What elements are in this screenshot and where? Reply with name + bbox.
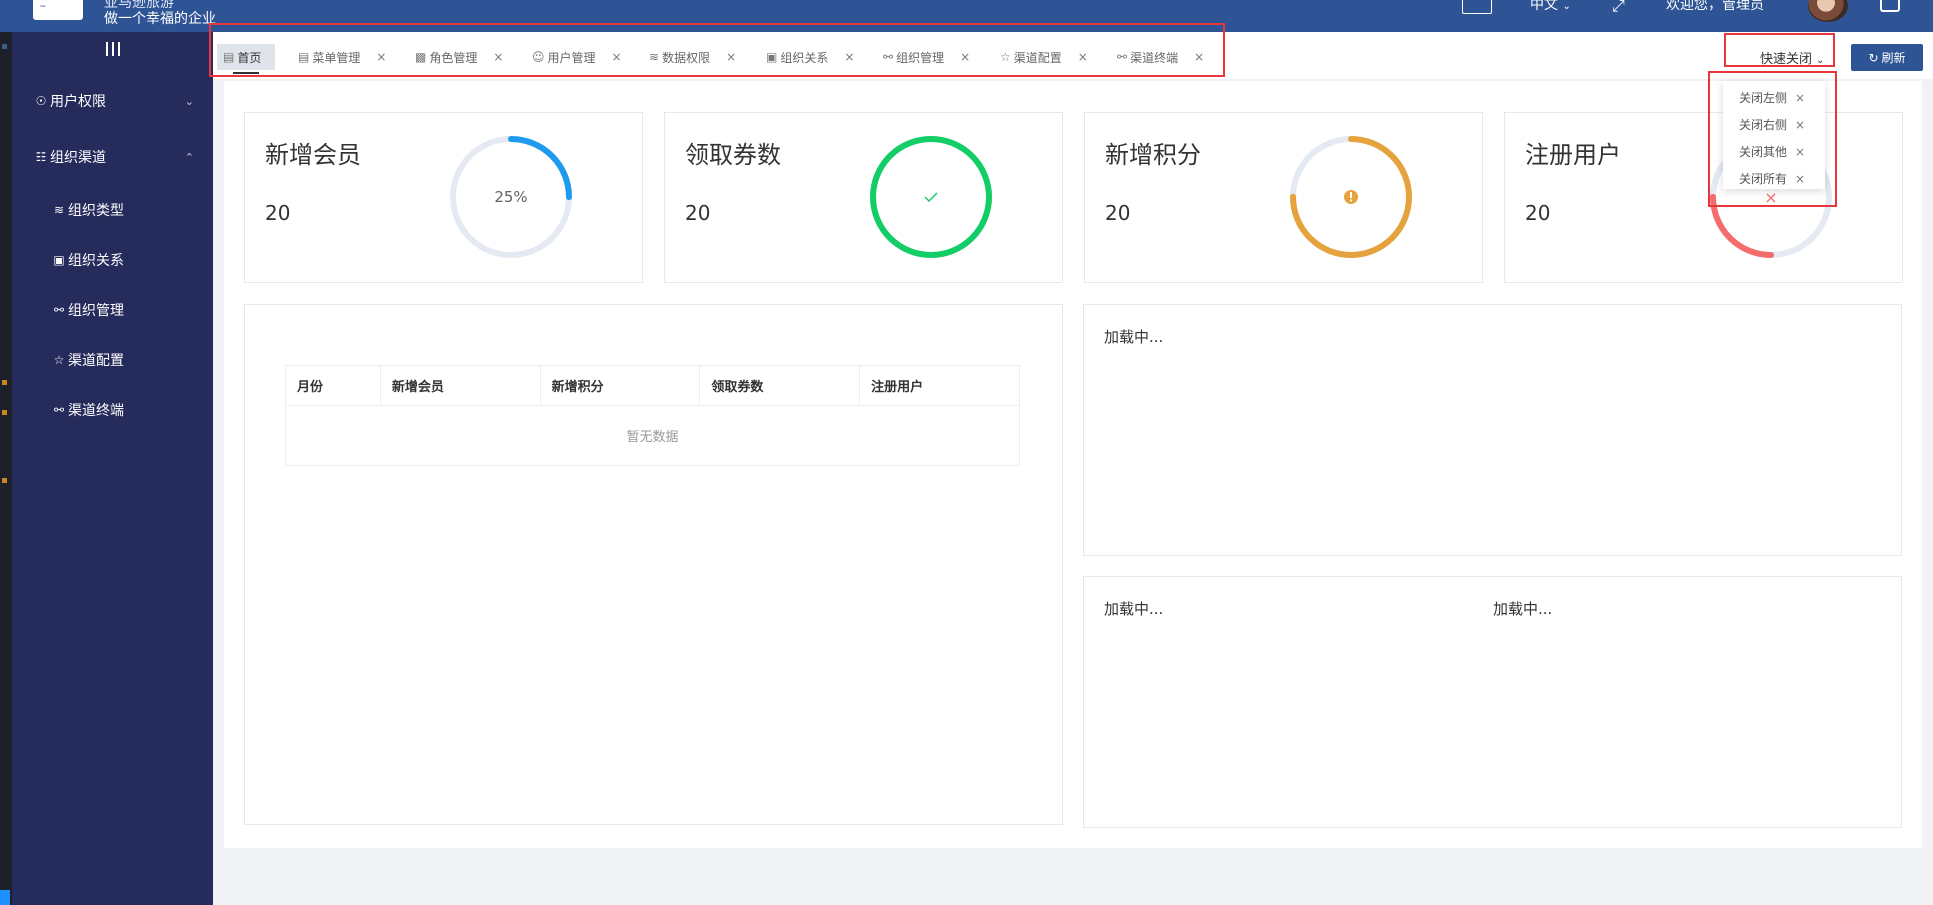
tabs-highlight-box	[209, 23, 1225, 77]
progress-ring: 25%	[450, 136, 572, 258]
monthly-stats-table: 月份 新增会员 新增积分 领取券数 注册用户 暂无数据	[285, 365, 1020, 466]
chevron-down-icon: ⌄	[1816, 55, 1825, 66]
sidebar-item-channel-config[interactable]: ☆ 渠道配置	[52, 350, 124, 370]
layers-icon: ≋	[53, 203, 65, 217]
chevron-down-icon: ⌄	[184, 94, 194, 108]
company-slogan: 做一个幸福的企业	[104, 11, 216, 27]
star-icon: ☆	[53, 353, 65, 367]
hamburger-icon[interactable]	[106, 42, 120, 56]
logout-icon[interactable]	[1880, 0, 1900, 12]
chevron-down-icon: ⌄	[1562, 1, 1571, 12]
user-icon: ☉	[35, 94, 47, 108]
loading-text: 加载中...	[1104, 600, 1164, 618]
quick-close-menu-highlight-box	[1708, 71, 1837, 207]
stat-card-registered-users: 注册用户 20 ×	[1504, 112, 1903, 283]
stat-card-new-points: 新增积分 20	[1084, 112, 1483, 283]
column-header[interactable]: 新增会员	[379, 365, 541, 406]
column-header[interactable]: 月份	[285, 365, 381, 406]
fullscreen-icon[interactable]: ⤢	[1612, 0, 1625, 16]
sidebar-group-user-permission[interactable]: ☉ 用户权限 ⌄	[34, 91, 214, 111]
tree-icon: ⚯	[53, 303, 65, 317]
progress-ring	[1290, 136, 1412, 258]
stat-card-coupons: 领取券数 20	[664, 112, 1063, 283]
check-icon	[924, 192, 938, 203]
left-edge-strip	[0, 0, 12, 905]
org-icon: ☷	[35, 150, 47, 164]
tree-icon: ⚯	[53, 403, 65, 417]
loading-text: 加载中...	[1493, 600, 1553, 618]
chart-panel-top: 加载中...	[1083, 304, 1902, 556]
chevron-up-icon: ⌃	[184, 150, 194, 164]
relation-icon: ▣	[53, 253, 65, 267]
welcome-text: 欢迎您，管理员	[1666, 0, 1764, 13]
sidebar: ☉ 用户权限 ⌄ ☷ 组织渠道 ⌃ ≋ 组织类型 ▣ 组织关系 ⚯ 组织管理 ☆…	[12, 32, 213, 905]
column-header[interactable]: 领取券数	[699, 365, 861, 406]
stat-value: 20	[265, 201, 291, 225]
sidebar-item-org-manage[interactable]: ⚯ 组织管理	[52, 300, 124, 320]
sidebar-item-org-relation[interactable]: ▣ 组织关系	[52, 250, 124, 270]
stat-title: 领取券数	[685, 141, 781, 169]
stat-title: 新增会员	[265, 141, 361, 169]
stat-title: 注册用户	[1525, 141, 1621, 169]
sidebar-group-org-channel[interactable]: ☷ 组织渠道 ⌃	[34, 147, 214, 167]
stat-value: 20	[685, 201, 711, 225]
monthly-table-panel: 月份 新增会员 新增积分 领取券数 注册用户 暂无数据	[244, 304, 1063, 825]
progress-text: 25%	[494, 188, 527, 206]
stat-title: 新增积分	[1105, 141, 1201, 169]
empty-text: 暂无数据	[285, 405, 1020, 466]
quick-close-dropdown[interactable]: 快速关闭 ⌄	[1760, 48, 1825, 67]
logo[interactable]: ~	[33, 0, 83, 20]
refresh-button[interactable]: ↻ 刷新	[1851, 44, 1923, 71]
sidebar-item-channel-terminal[interactable]: ⚯ 渠道终端	[52, 400, 124, 420]
sidebar-item-org-type[interactable]: ≋ 组织类型	[52, 200, 124, 220]
language-select[interactable]: 中文 ⌄	[1530, 0, 1571, 14]
stat-card-new-members: 新增会员 20 25%	[244, 112, 643, 283]
column-header[interactable]: 新增积分	[539, 365, 701, 406]
loading-text: 加载中...	[1104, 328, 1164, 346]
stat-value: 20	[1525, 201, 1551, 225]
progress-ring	[870, 136, 992, 258]
refresh-icon: ↻	[1868, 50, 1879, 65]
warning-icon	[1344, 190, 1358, 204]
stat-value: 20	[1105, 201, 1131, 225]
avatar[interactable]	[1808, 0, 1848, 22]
screen-lock-icon[interactable]	[1462, 0, 1492, 14]
column-header[interactable]: 注册用户	[859, 365, 1020, 406]
chart-panel-bottom: 加载中... 加载中...	[1083, 576, 1902, 828]
